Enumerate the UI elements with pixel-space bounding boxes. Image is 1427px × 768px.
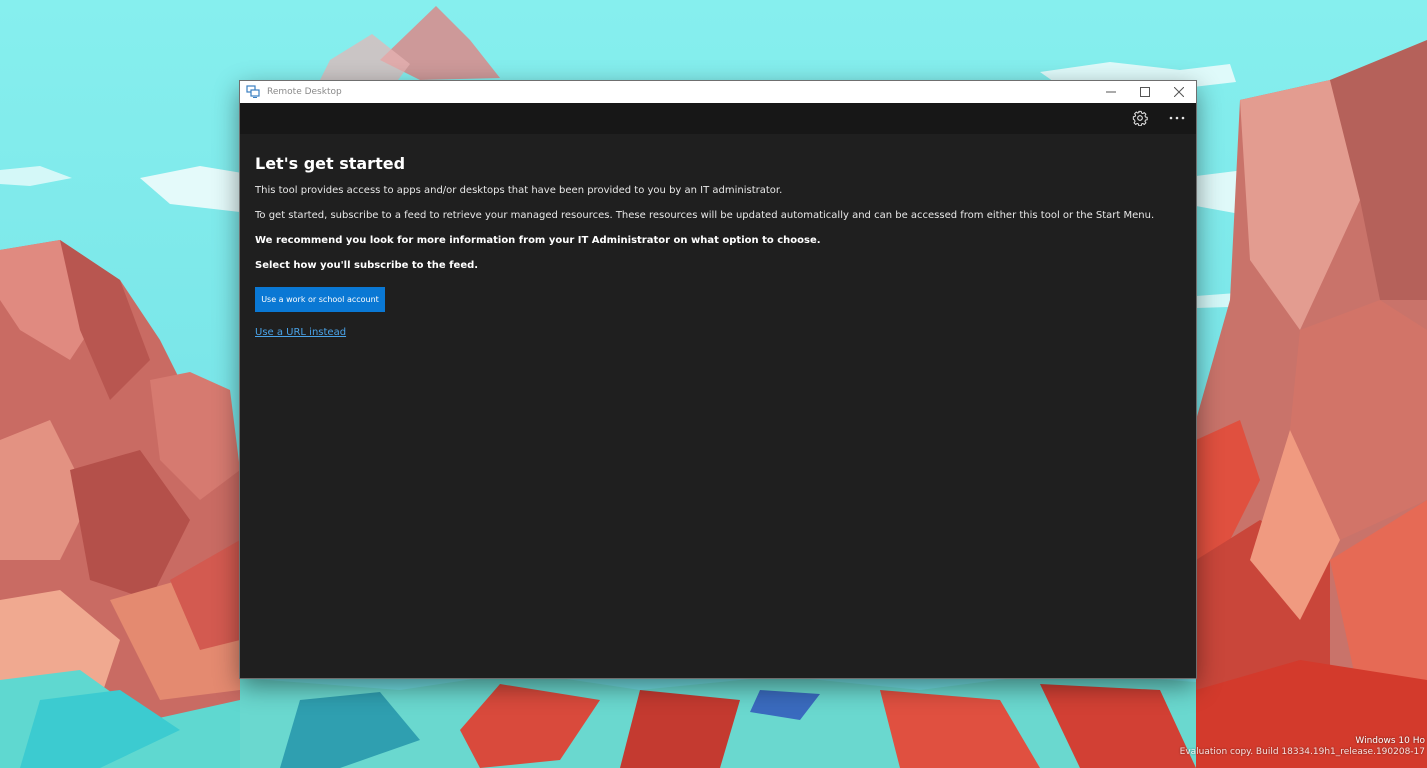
os-watermark-build: Evaluation copy. Build 18334.19h1_releas… bbox=[1179, 747, 1425, 757]
intro-text: This tool provides access to apps and/or… bbox=[255, 185, 783, 196]
maximize-icon bbox=[1140, 87, 1150, 97]
remote-desktop-app-icon bbox=[246, 85, 260, 98]
maximize-button[interactable] bbox=[1128, 81, 1162, 103]
more-options-button[interactable] bbox=[1166, 108, 1188, 128]
settings-button[interactable] bbox=[1130, 108, 1150, 128]
recommendation-text: We recommend you look for more informati… bbox=[255, 235, 821, 246]
page-title: Let's get started bbox=[255, 154, 406, 173]
os-watermark: Windows 10 Ho Evaluation copy. Build 183… bbox=[1180, 736, 1425, 758]
remote-desktop-window: Remote Desktop Let's get started This to… bbox=[240, 81, 1196, 678]
get-started-panel: Let's get started This tool provides acc… bbox=[255, 153, 1181, 338]
use-url-link[interactable]: Use a URL instead bbox=[255, 327, 346, 338]
subscribe-instructions-text: To get started, subscribe to a feed to r… bbox=[255, 210, 1155, 221]
close-button[interactable] bbox=[1162, 81, 1196, 103]
close-icon bbox=[1174, 87, 1184, 97]
minimize-button[interactable] bbox=[1094, 81, 1128, 103]
window-title: Remote Desktop bbox=[267, 87, 342, 97]
caption-buttons bbox=[1094, 81, 1196, 103]
work-or-school-account-button[interactable]: Use a work or school account bbox=[255, 287, 385, 312]
more-horizontal-icon bbox=[1169, 116, 1185, 120]
minimize-icon bbox=[1106, 91, 1116, 93]
select-subscription-text: Select how you'll subscribe to the feed. bbox=[255, 260, 479, 271]
app-toolbar bbox=[240, 103, 1196, 134]
title-bar[interactable]: Remote Desktop bbox=[240, 81, 1196, 103]
os-watermark-edition: Windows 10 Ho bbox=[1355, 736, 1425, 746]
gear-icon bbox=[1132, 110, 1148, 126]
